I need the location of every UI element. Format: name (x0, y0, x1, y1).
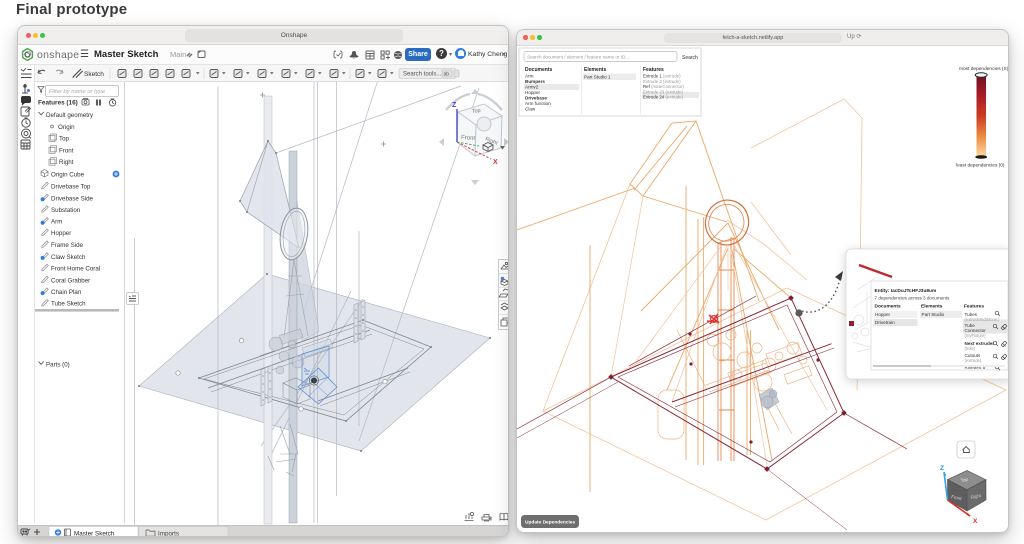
svg-text:X: X (973, 518, 978, 525)
svg-text:Features (16): Features (16) (38, 99, 78, 106)
svg-text:Ref (mateConnector): Ref (mateConnector) (643, 84, 685, 89)
svg-text:Extrude 2 (extrude): Extrude 2 (extrude) (643, 79, 681, 84)
svg-text:Default geometry: Default geometry (46, 112, 94, 119)
svg-text:X: X (493, 159, 498, 166)
svg-text:Armv2: Armv2 (525, 85, 539, 90)
svg-text:(myFixture): (myFixture) (965, 333, 987, 338)
svg-text:Master Sketch: Master Sketch (74, 531, 115, 538)
svg-text:Extrude 24 (extrude): Extrude 24 (extrude) (643, 95, 684, 100)
svg-text:Substation: Substation (51, 206, 81, 213)
svg-text:Z: Z (452, 102, 457, 109)
svg-text:Bumpers: Bumpers (525, 79, 545, 84)
svg-text:Origin Cube: Origin Cube (51, 171, 85, 178)
svg-text:Parts (0): Parts (0) (46, 361, 70, 368)
svg-text:Z: Z (940, 465, 944, 472)
svg-text:Hopper: Hopper (875, 312, 891, 317)
svg-text:Right: Right (59, 159, 74, 166)
svg-text:Features: Features (964, 304, 984, 310)
svg-text:Arm function: Arm function (525, 101, 551, 106)
svg-text:Entity: IacDuJTcHFJ3u8um: Entity: IacDuJTcHFJ3u8um (875, 288, 937, 294)
svg-text:Claw Sketch: Claw Sketch (51, 253, 86, 260)
svg-text:Sketch: Sketch (84, 71, 104, 78)
svg-text:Top: Top (471, 108, 481, 115)
svg-text:Frame Side: Frame Side (51, 242, 84, 249)
svg-text:Drivebase Side: Drivebase Side (51, 195, 94, 202)
svg-text:Elements: Elements (921, 304, 943, 310)
svg-text:Hopper: Hopper (51, 230, 71, 237)
svg-text:Part Studio: Part Studio (922, 312, 945, 317)
svg-text:most dependencies (X): most dependencies (X) (959, 66, 1009, 72)
svg-text:(extrude): (extrude) (965, 358, 982, 363)
svg-text:least dependencies (0): least dependencies (0) (956, 163, 1005, 169)
svg-text:Origin: Origin (58, 123, 75, 130)
svg-text:Part Studio 1: Part Studio 1 (584, 74, 611, 79)
svg-text:Drivebase: Drivebase (525, 96, 547, 101)
svg-text:Arm: Arm (525, 74, 534, 79)
svg-text:Drivetrain: Drivetrain (875, 320, 895, 325)
svg-text:Documents: Documents (875, 304, 901, 310)
svg-text:Elements: Elements (584, 67, 606, 73)
svg-text:Search: Search (682, 55, 698, 61)
svg-text:Front Home Coral: Front Home Coral (51, 265, 100, 272)
svg-text:ab: ab (444, 71, 450, 77)
svg-text:Documents: Documents (525, 67, 552, 73)
svg-text:Search document / element / fe: Search document / element / feature name… (527, 55, 629, 60)
svg-text:Top: Top (59, 135, 70, 142)
svg-text:Filter by name or type: Filter by name or type (49, 89, 106, 95)
svg-text:Chain Plan: Chain Plan (51, 289, 82, 296)
svg-text:Features: Features (643, 67, 664, 73)
svg-text:Tube Sketch: Tube Sketch (51, 300, 86, 307)
svg-text:Drivebase Top: Drivebase Top (51, 183, 91, 190)
svg-text:7 dependencies across 3 docume: 7 dependencies across 3 documents (875, 296, 951, 301)
svg-text:Coral Grabber: Coral Grabber (51, 277, 90, 284)
svg-text:Claw: Claw (525, 107, 536, 112)
svg-text:Front: Front (59, 147, 74, 154)
svg-text:Extrude 23 (extrude): Extrude 23 (extrude) (643, 89, 684, 94)
svg-text:Hopper: Hopper (525, 90, 541, 95)
svg-text:Arm: Arm (51, 218, 62, 225)
svg-text:(extrudeInd34cus.): (extrudeInd34cus.) (965, 317, 1001, 322)
svg-text:Extrude 1 (extrude): Extrude 1 (extrude) (643, 74, 681, 79)
svg-text:Imports: Imports (158, 531, 179, 538)
svg-text:Front: Front (461, 135, 476, 142)
svg-text:Update Dependencies: Update Dependencies (525, 520, 575, 526)
svg-text:(hole): (hole) (965, 346, 976, 351)
svg-text:Search tools...: Search tools... (403, 71, 442, 77)
